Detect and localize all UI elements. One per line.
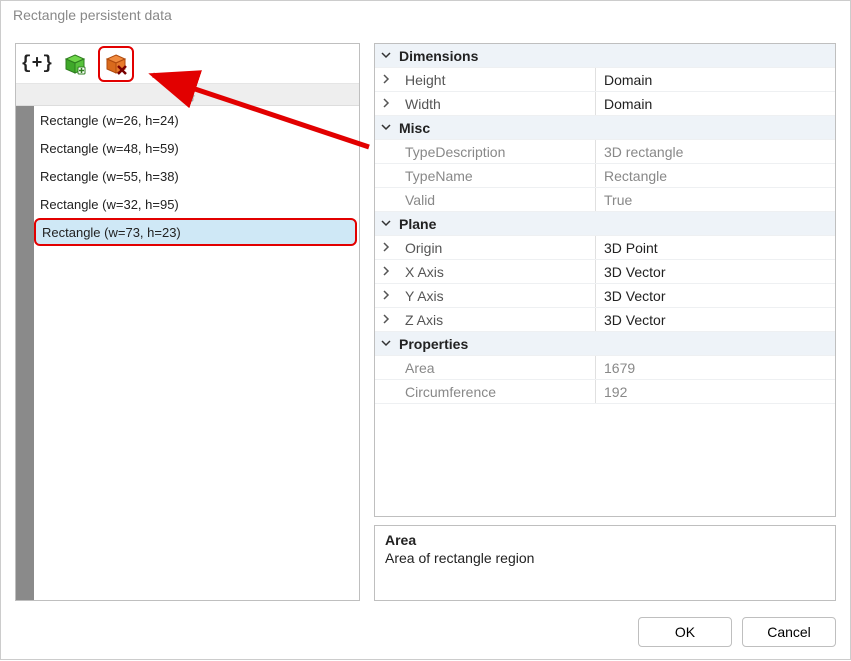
property-value[interactable]: 3D Vector [595,260,835,283]
property-name: X Axis [397,264,595,280]
property-row[interactable]: TypeDescription3D rectangle [375,140,835,164]
property-group[interactable]: Misc [375,116,835,140]
data-list-panel: {+} [15,43,360,601]
property-name: Circumference [397,384,595,400]
property-group[interactable]: Properties [375,332,835,356]
property-grid[interactable]: DimensionsHeightDomainWidthDomainMiscTyp… [374,43,836,517]
property-value: Rectangle [595,164,835,187]
property-name: Valid [397,192,595,208]
cancel-button[interactable]: Cancel [742,617,836,647]
chevron-down-icon[interactable] [375,216,397,231]
cube-delete-icon [105,53,127,75]
braces-button[interactable]: {+} [22,49,52,79]
property-name: TypeDescription [397,144,595,160]
property-row[interactable]: HeightDomain [375,68,835,92]
property-row[interactable]: TypeNameRectangle [375,164,835,188]
property-value: 1679 [595,356,835,379]
description-text: Area of rectangle region [385,550,825,566]
property-value: 192 [595,380,835,403]
property-name: Area [397,360,595,376]
property-group[interactable]: Dimensions [375,44,835,68]
property-row[interactable]: Circumference192 [375,380,835,404]
property-value: 3D rectangle [595,140,835,163]
list-body[interactable]: 0Rectangle (w=26, h=24)1Rectangle (w=48,… [16,106,359,600]
ok-button[interactable]: OK [638,617,732,647]
chevron-right-icon[interactable] [375,312,397,327]
add-item-button[interactable] [60,49,90,79]
cube-add-icon [64,53,86,75]
property-row[interactable]: Z Axis3D Vector [375,308,835,332]
property-description: Area Area of rectangle region [374,525,836,601]
description-title: Area [385,532,825,548]
property-value[interactable]: 3D Vector [595,308,835,331]
list-item-label: Rectangle (w=55, h=38) [34,162,359,190]
list-item-label: Rectangle (w=32, h=95) [34,190,359,218]
property-name: TypeName [397,168,595,184]
chevron-right-icon[interactable] [375,96,397,111]
list-item[interactable]: 3Rectangle (w=32, h=95) [16,190,359,218]
list-item-label: Rectangle (w=48, h=59) [34,134,359,162]
list-item-label: Rectangle (w=26, h=24) [34,106,359,134]
dialog-content: {+} [15,43,836,601]
property-row[interactable]: Area1679 [375,356,835,380]
property-row[interactable]: Y Axis3D Vector [375,284,835,308]
list-header: {0} [16,84,359,106]
list-item[interactable]: 1Rectangle (w=48, h=59) [16,134,359,162]
property-name: Width [397,96,595,112]
list-item[interactable]: 2Rectangle (w=55, h=38) [16,162,359,190]
property-name: Origin [397,240,595,256]
delete-item-button[interactable] [98,46,134,82]
property-name: Y Axis [397,288,595,304]
property-row[interactable]: WidthDomain [375,92,835,116]
property-value: True [595,188,835,211]
chevron-down-icon[interactable] [375,120,397,135]
property-group-name: Properties [397,336,595,352]
chevron-down-icon[interactable] [375,48,397,63]
list-item-label: Rectangle (w=73, h=23) [34,218,357,246]
property-row[interactable]: ValidTrue [375,188,835,212]
property-row[interactable]: Origin3D Point [375,236,835,260]
property-value[interactable]: 3D Vector [595,284,835,307]
list-item[interactable]: 0Rectangle (w=26, h=24) [16,106,359,134]
property-group-name: Plane [397,216,595,232]
property-group-name: Misc [397,120,595,136]
property-group[interactable]: Plane [375,212,835,236]
properties-panel: DimensionsHeightDomainWidthDomainMiscTyp… [374,43,836,601]
property-row[interactable]: X Axis3D Vector [375,260,835,284]
window-title: Rectangle persistent data [1,1,850,31]
chevron-down-icon[interactable] [375,336,397,351]
property-value[interactable]: Domain [595,92,835,115]
chevron-right-icon[interactable] [375,288,397,303]
list-toolbar: {+} [16,44,359,84]
chevron-right-icon[interactable] [375,72,397,87]
property-value[interactable]: 3D Point [595,236,835,259]
property-name: Height [397,72,595,88]
dialog-window: Rectangle persistent data {+} [0,0,851,660]
list-gutter [16,106,34,600]
dialog-buttons: OK Cancel [638,617,836,647]
list-item[interactable]: 4Rectangle (w=73, h=23) [16,218,359,246]
property-name: Z Axis [397,312,595,328]
chevron-right-icon[interactable] [375,264,397,279]
chevron-right-icon[interactable] [375,240,397,255]
property-value[interactable]: Domain [595,68,835,91]
property-group-name: Dimensions [397,48,595,64]
